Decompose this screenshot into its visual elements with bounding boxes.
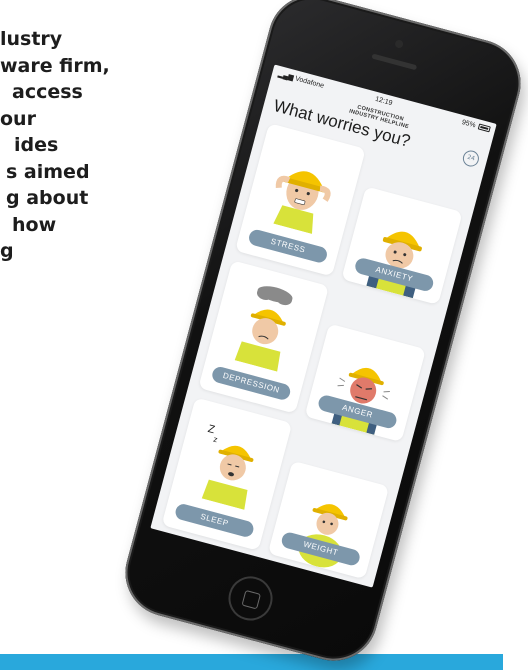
worry-card-depression[interactable]: DEPRESSION bbox=[198, 260, 330, 414]
article-line: s aimed bbox=[6, 160, 90, 183]
article-line: g about bbox=[6, 187, 89, 209]
worry-card-anxiety[interactable]: ANXIETY bbox=[341, 186, 463, 305]
article-line: g bbox=[0, 240, 14, 262]
worry-card-weight[interactable]: WEIGHT bbox=[267, 460, 390, 580]
worry-card-anger[interactable]: ANGER bbox=[304, 323, 426, 443]
helpline-24-icon[interactable]: 24 bbox=[461, 148, 481, 169]
signal-icon: ▂▄▆ bbox=[277, 70, 295, 82]
article-line: ware firm, bbox=[0, 54, 110, 77]
worry-card-stress[interactable]: STRESS bbox=[235, 123, 366, 277]
article-text: lustry ware firm, access our ides s aime… bbox=[0, 26, 220, 265]
article-line: how bbox=[12, 213, 57, 236]
article-line: ides bbox=[14, 134, 59, 156]
depressed-worker-icon bbox=[234, 286, 293, 372]
home-square-icon bbox=[241, 589, 262, 610]
article-line: access bbox=[12, 81, 83, 103]
stressed-worker-icon bbox=[273, 171, 331, 234]
status-time: 12:19 bbox=[374, 95, 394, 108]
article-line: lustry bbox=[0, 28, 63, 50]
worry-card-sleep[interactable]: Z z SLEEP bbox=[161, 397, 293, 551]
battery-percent: 95% bbox=[461, 119, 477, 130]
battery-icon bbox=[477, 123, 491, 133]
sleepy-worker-icon: Z z bbox=[201, 423, 254, 510]
svg-text:z: z bbox=[212, 435, 218, 445]
article-line: our bbox=[0, 107, 36, 130]
footer-accent-bar bbox=[0, 654, 503, 670]
